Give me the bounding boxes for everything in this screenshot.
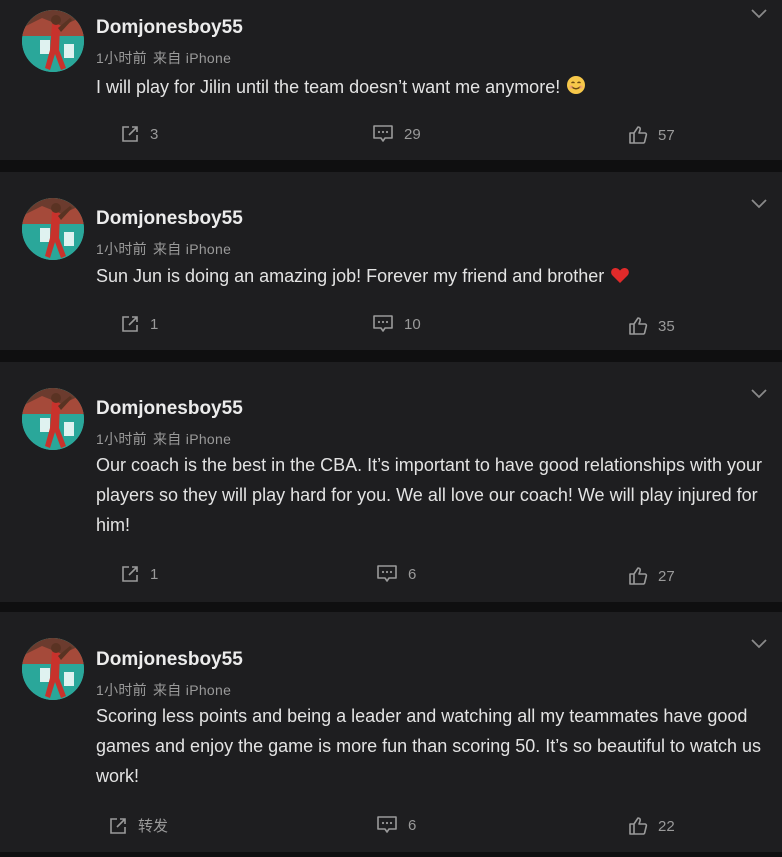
like-button[interactable]: 22: [628, 816, 675, 836]
post-source: 来自 iPhone: [153, 50, 232, 66]
post-text: Our coach is the best in the CBA. It’s i…: [96, 455, 763, 535]
post-card: Domjonesboy55 1小时前 来自 iPhone Scoring less…: [0, 612, 782, 852]
post-time: 1小时前: [96, 241, 147, 257]
comment-button[interactable]: 6: [376, 564, 416, 584]
comment-icon: [376, 815, 398, 835]
post-meta: 1小时前 来自 iPhone: [96, 48, 231, 68]
chevron-down-icon[interactable]: [750, 388, 768, 400]
post-card: Domjonesboy55 1小时前 来自 iPhone I will play …: [0, 0, 782, 160]
comment-count: 6: [408, 565, 417, 583]
comment-count: 29: [404, 125, 421, 143]
like-count: 22: [658, 817, 675, 835]
chevron-down-icon[interactable]: [750, 8, 768, 20]
thumbs-up-icon: [628, 566, 648, 586]
post-text: Sun Jun is doing an amazing job! Forever…: [96, 261, 772, 291]
share-label: 转发: [138, 818, 169, 835]
like-button[interactable]: 27: [628, 566, 675, 586]
post-text-content: I will play for Jilin until the team doe…: [96, 77, 561, 97]
post-source: 来自 iPhone: [153, 682, 232, 698]
thumbs-up-icon: [628, 816, 648, 836]
comment-icon: [372, 314, 394, 334]
avatar[interactable]: [22, 10, 84, 72]
post-time: 1小时前: [96, 682, 147, 698]
share-count: 3: [150, 125, 159, 143]
avatar[interactable]: [22, 388, 84, 450]
weibo-feed: Domjonesboy55 1小时前 来自 iPhone I will play …: [0, 0, 782, 857]
share-button[interactable]: 3: [120, 124, 158, 144]
comment-icon: [376, 564, 398, 584]
like-count: 57: [658, 126, 675, 144]
comment-count: 6: [408, 816, 417, 834]
avatar[interactable]: [22, 198, 84, 260]
post-text-content: Sun Jun is doing an amazing job! Forever…: [96, 266, 605, 286]
username[interactable]: Domjonesboy55: [96, 17, 243, 39]
post-text: Scoring less points and being a leader a…: [96, 706, 762, 786]
like-button[interactable]: 35: [628, 316, 675, 336]
username[interactable]: Domjonesboy55: [96, 208, 243, 230]
avatar[interactable]: [22, 638, 84, 700]
like-button[interactable]: 57: [628, 125, 675, 145]
comment-button[interactable]: 6: [376, 815, 416, 835]
post-source: 来自 iPhone: [153, 431, 232, 447]
post-card: Domjonesboy55 1小时前 来自 iPhone Sun Jun is d…: [0, 172, 782, 350]
share-icon: [120, 564, 140, 584]
username[interactable]: Domjonesboy55: [96, 398, 243, 420]
post-source: 来自 iPhone: [153, 241, 232, 257]
post-meta: 1小时前 来自 iPhone: [96, 429, 231, 449]
comment-button[interactable]: 10: [372, 314, 421, 334]
share-icon: [108, 816, 128, 836]
like-count: 35: [658, 317, 675, 335]
smiling-face-icon: [566, 75, 586, 95]
post-text: I will play for Jilin until the team doe…: [96, 72, 772, 102]
share-button[interactable]: 1: [120, 564, 158, 584]
share-count: 1: [150, 315, 159, 333]
share-count: 1: [150, 565, 159, 583]
comment-count: 10: [404, 315, 421, 333]
like-count: 27: [658, 567, 675, 585]
thumbs-up-icon: [628, 125, 648, 145]
post-time: 1小时前: [96, 50, 147, 66]
share-icon: [120, 124, 140, 144]
share-icon: [120, 314, 140, 334]
post-meta: 1小时前 来自 iPhone: [96, 239, 231, 259]
username[interactable]: Domjonesboy55: [96, 649, 243, 671]
post-meta: 1小时前 来自 iPhone: [96, 680, 231, 700]
share-button[interactable]: 1: [120, 314, 158, 334]
share-button[interactable]: 转发: [108, 815, 168, 836]
post-card: Domjonesboy55 1小时前 来自 iPhone Our coach is…: [0, 362, 782, 602]
chevron-down-icon[interactable]: [750, 638, 768, 650]
thumbs-up-icon: [628, 316, 648, 336]
chevron-down-icon[interactable]: [750, 198, 768, 210]
red-heart-icon: [610, 266, 630, 284]
post-time: 1小时前: [96, 431, 147, 447]
comment-icon: [372, 124, 394, 144]
comment-button[interactable]: 29: [372, 124, 421, 144]
